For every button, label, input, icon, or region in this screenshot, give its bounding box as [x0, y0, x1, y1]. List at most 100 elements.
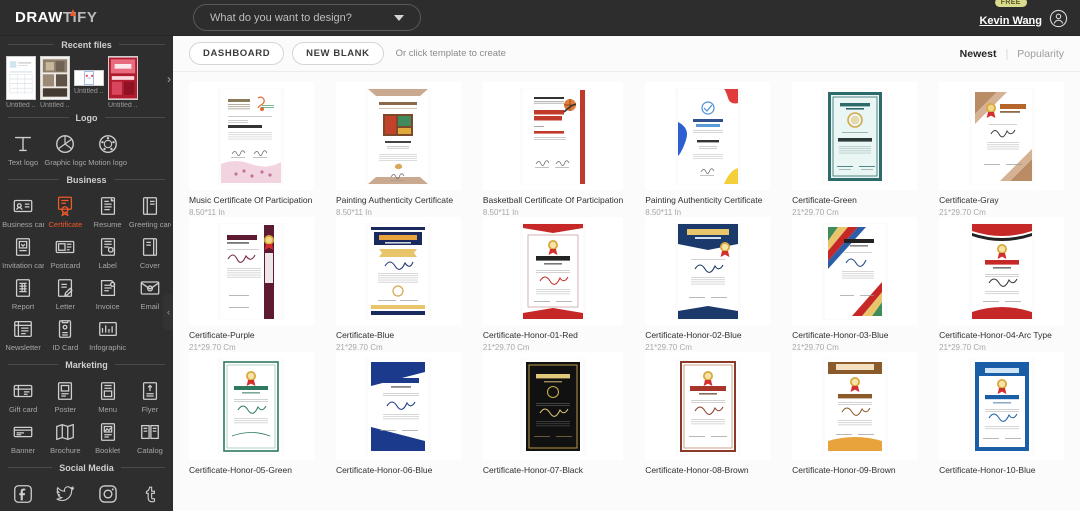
- sidebar-collapse-button[interactable]: ‹: [163, 294, 173, 330]
- chevron-down-icon[interactable]: [394, 14, 404, 21]
- sidebar-item-twitter[interactable]: [44, 480, 86, 510]
- template-card[interactable]: Painting Authenticity Certificate 8.50*11…: [335, 82, 461, 217]
- sidebar-item-label: Motion logo: [88, 158, 128, 167]
- sidebar-item-motion-logo[interactable]: Motion logo: [87, 130, 129, 169]
- template-size: 21*29.70 Cm: [189, 343, 236, 352]
- template-card[interactable]: Certificate-Honor-04-Arc Type 21*29.70 Cm: [939, 217, 1064, 352]
- dashboard-button[interactable]: DASHBOARD: [189, 42, 285, 65]
- template-size: 8.50*11 In: [645, 208, 682, 217]
- sidebar-item-facebook[interactable]: [2, 480, 44, 510]
- new-blank-button[interactable]: NEW BLANK: [292, 42, 384, 65]
- poster-icon: [58, 382, 73, 400]
- recent-file-label: Untitled ...: [74, 88, 104, 95]
- template-card[interactable]: Certificate-Honor-09-Brown: [792, 352, 918, 478]
- recent-file-item[interactable]: Untitled ...: [40, 56, 70, 109]
- template-thumbnail[interactable]: [335, 217, 461, 325]
- search-input[interactable]: [194, 11, 394, 24]
- sidebar-item-invoice[interactable]: Invoice: [87, 274, 129, 313]
- template-thumbnail[interactable]: [939, 82, 1064, 190]
- sort-popularity[interactable]: Popularity: [1017, 48, 1064, 60]
- user-circle-icon[interactable]: [1049, 9, 1068, 28]
- template-thumbnail[interactable]: [482, 352, 624, 460]
- template-size: 21*29.70 Cm: [792, 208, 839, 217]
- template-card[interactable]: Certificate-Honor-02-Blue 21*29.70 Cm: [645, 217, 771, 352]
- sidebar-item-postcard[interactable]: Postcard: [44, 233, 86, 272]
- cover-icon: [142, 238, 157, 256]
- sidebar-item-business-card[interactable]: Business card: [2, 192, 44, 231]
- sidebar-item-id-card[interactable]: ID Card: [44, 315, 86, 354]
- recent-file-item[interactable]: Untitled ...: [74, 56, 104, 95]
- sidebar-item-instagram[interactable]: [87, 480, 129, 510]
- template-title: Certificate-Honor-08-Brown: [645, 465, 749, 475]
- greeting-card-icon: [142, 197, 157, 215]
- sidebar-item-catalog[interactable]: Catalog: [129, 418, 171, 457]
- template-grid: Music Certificate Of Participation 8.50*1…: [173, 72, 1080, 511]
- sidebar-item-cover[interactable]: Cover: [129, 233, 171, 272]
- design-search-box[interactable]: [193, 4, 421, 31]
- template-card[interactable]: Basketball Certificate Of Participation 8…: [482, 82, 624, 217]
- template-thumbnail[interactable]: [792, 217, 918, 325]
- sidebar-item-invitation-card[interactable]: Invitation card: [2, 233, 44, 272]
- template-thumbnail[interactable]: [189, 82, 314, 190]
- sidebar-item-infographic[interactable]: Infographic: [87, 315, 129, 354]
- template-thumbnail[interactable]: [189, 217, 314, 325]
- sidebar-item-flyer[interactable]: Flyer: [129, 377, 171, 416]
- sidebar-item-greeting-card[interactable]: Greeting card: [129, 192, 171, 231]
- template-card[interactable]: Certificate-Honor-10-Blue: [939, 352, 1064, 478]
- template-title: Certificate-Honor-09-Brown: [792, 465, 896, 475]
- recent-file-item[interactable]: Untitled ...: [6, 56, 36, 109]
- template-card[interactable]: Certificate-Honor-01-Red 21*29.70 Cm: [482, 217, 624, 352]
- sidebar-item-graphic-logo[interactable]: Graphic logo: [44, 130, 86, 169]
- template-card[interactable]: Certificate-Honor-08-Brown: [645, 352, 771, 478]
- template-card[interactable]: Certificate-Honor-03-Blue 21*29.70 Cm: [792, 217, 918, 352]
- user-name-block[interactable]: FREE Kevin Wang: [979, 0, 1042, 27]
- template-thumbnail[interactable]: [189, 352, 314, 460]
- template-thumbnail[interactable]: [792, 82, 918, 190]
- chevron-right-icon[interactable]: ›: [167, 73, 171, 85]
- sidebar-item-banner[interactable]: Banner: [2, 418, 44, 457]
- template-thumbnail[interactable]: [939, 217, 1064, 325]
- sidebar-social-grid: [0, 476, 173, 511]
- template-card[interactable]: Certificate-Blue 21*29.70 Cm: [335, 217, 461, 352]
- sidebar-item-letter[interactable]: Letter: [44, 274, 86, 313]
- template-card[interactable]: Certificate-Green 21*29.70 Cm: [792, 82, 918, 217]
- template-thumbnail[interactable]: [335, 82, 461, 190]
- template-card[interactable]: Painting Authenticity Certificate 8.50*11…: [645, 82, 771, 217]
- sidebar-section-header-marketing: Marketing: [0, 356, 173, 373]
- template-card[interactable]: Certificate-Gray 21*29.70 Cm: [939, 82, 1064, 217]
- divider: [114, 364, 166, 365]
- template-thumbnail[interactable]: [482, 82, 624, 190]
- template-thumbnail[interactable]: [792, 352, 918, 460]
- template-card[interactable]: Certificate-Honor-06-Blue: [335, 352, 461, 478]
- template-thumbnail[interactable]: [645, 217, 771, 325]
- template-card[interactable]: Certificate-Purple 21*29.70 Cm: [189, 217, 314, 352]
- sidebar-item-certificate[interactable]: Certificate: [44, 192, 86, 231]
- recent-file-item[interactable]: Untitled ...: [108, 56, 138, 109]
- sidebar-item-brochure[interactable]: Brochure: [44, 418, 86, 457]
- sort-newest[interactable]: Newest: [960, 48, 997, 60]
- divider: [118, 44, 165, 45]
- sidebar-item-newsletter[interactable]: Newsletter: [2, 315, 44, 354]
- template-preview: [821, 357, 888, 455]
- template-card[interactable]: Music Certificate Of Participation 8.50*1…: [189, 82, 314, 217]
- sidebar-item-tumblr[interactable]: [129, 480, 171, 510]
- sidebar-item-resume[interactable]: Resume: [87, 192, 129, 231]
- sidebar-item-text-logo[interactable]: Text logo: [2, 130, 44, 169]
- template-thumbnail[interactable]: [482, 217, 624, 325]
- template-thumbnail[interactable]: [645, 82, 771, 190]
- template-thumbnail[interactable]: [939, 352, 1064, 460]
- sidebar-item-gift-card[interactable]: Gift card: [2, 377, 44, 416]
- sidebar-item-booklet[interactable]: Booklet: [87, 418, 129, 457]
- sidebar-item-label[interactable]: Label: [87, 233, 129, 272]
- template-card[interactable]: Certificate-Honor-07-Black: [482, 352, 624, 478]
- sidebar-item-poster[interactable]: Poster: [44, 377, 86, 416]
- plan-badge: FREE: [994, 0, 1027, 7]
- template-card[interactable]: Certificate-Honor-05-Green: [189, 352, 314, 478]
- app-logo[interactable]: DRAW TIFY: [15, 9, 97, 26]
- sidebar-item-menu[interactable]: Menu: [87, 377, 129, 416]
- template-thumbnail[interactable]: [335, 352, 461, 460]
- user-name[interactable]: Kevin Wang: [979, 15, 1042, 27]
- sidebar-item-report[interactable]: Report: [2, 274, 44, 313]
- template-thumbnail[interactable]: [645, 352, 771, 460]
- divider: [8, 117, 69, 118]
